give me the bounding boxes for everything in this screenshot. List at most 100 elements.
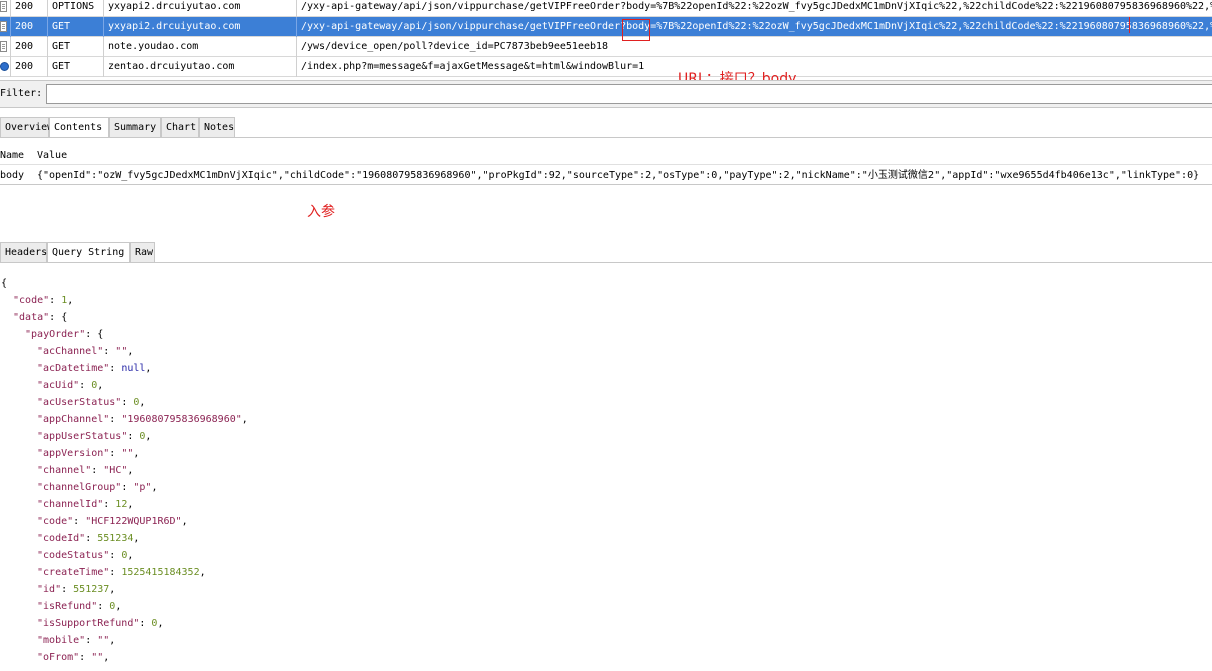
annotation-param-note: 入参 (307, 204, 335, 220)
request-status: 200 (11, 37, 48, 57)
json-key: acChannel (43, 346, 98, 357)
json-colon: : (91, 465, 104, 476)
json-key: payOrder (31, 329, 80, 340)
param-value-part-2: ","appId":"wxe9655d4fb406e13c","linkType… (934, 170, 1200, 181)
json-number: 1525415184352 (121, 567, 200, 578)
json-colon: : (121, 397, 134, 408)
json-key: appVersion (43, 448, 104, 459)
request-path: /yxy-api-gateway/api/json/vippurchase/ge… (301, 21, 1212, 32)
json-key: oFrom (43, 652, 74, 663)
tab-overview[interactable]: Overview (0, 117, 53, 137)
json-key: codeId (43, 533, 80, 544)
value-column-header[interactable]: Value (37, 146, 1212, 165)
json-key: createTime (43, 567, 104, 578)
annotation-caret-mark (1129, 17, 1130, 33)
json-line: "acUid": 0, (37, 377, 103, 394)
json-null: null (121, 363, 146, 374)
json-line: "appVersion": "", (37, 445, 139, 462)
json-key: code (19, 295, 44, 306)
json-number: 551234 (97, 533, 134, 544)
request-status: 200 (11, 0, 48, 17)
json-line: "code": 1, (13, 292, 73, 309)
json-colon: : (49, 312, 62, 323)
doc-icon (0, 21, 7, 32)
request-row[interactable]: 200 OPTIONS yxyapi2.drcuiyutao.com/yxy-api… (0, 0, 1212, 17)
json-key: id (43, 584, 56, 595)
request-row[interactable]: 200 GET yxyapi2.drcuiyutao.com/yxy-api-gat… (0, 17, 1212, 37)
json-comma: , (133, 533, 140, 544)
tab-contents[interactable]: Contents (49, 117, 109, 138)
params-header-row: Name Value (0, 146, 1212, 165)
tab-headers[interactable]: Headers (0, 242, 47, 262)
json-comma: , (115, 601, 122, 612)
json-line: "data": { (13, 309, 67, 326)
json-string: 196080795836968960 (127, 414, 236, 425)
json-line: "codeId": 551234, (37, 530, 139, 547)
json-key: codeStatus (43, 550, 104, 561)
json-comma: , (241, 414, 248, 425)
tab-summary[interactable]: Summary (109, 117, 161, 137)
request-method: GET (48, 17, 104, 37)
json-key: acUserStatus (43, 397, 116, 408)
json-string: HC (109, 465, 122, 476)
json-comma: , (103, 652, 110, 663)
request-icon-cell (0, 0, 11, 17)
json-comma: , (127, 346, 134, 357)
json-line: "channelId": 12, (37, 496, 133, 513)
request-host: yxyapi2.drcuiyutao.com (104, 0, 297, 17)
json-number: 551237 (73, 584, 110, 595)
json-line: "mobile": "", (37, 632, 115, 649)
json-open-brace: { (97, 329, 104, 340)
json-key: mobile (43, 635, 80, 646)
json-comma: , (109, 584, 116, 595)
request-path: /yxy-api-gateway/api/json/vippurchase/ge… (301, 1, 1212, 12)
json-colon: : (109, 448, 122, 459)
tab-raw[interactable]: Raw (130, 242, 155, 262)
json-line: "id": 551237, (37, 581, 115, 598)
tab-query-string[interactable]: Query String (47, 242, 130, 263)
json-colon: : (79, 380, 92, 391)
json-key: appUserStatus (43, 431, 122, 442)
tab-notes[interactable]: Notes (199, 117, 235, 137)
doc-icon (0, 41, 7, 52)
request-method: OPTIONS (48, 0, 104, 17)
json-response-view[interactable]: {"code": 1, "data": {"payOrder": {"acChan… (0, 272, 1212, 671)
name-column-header[interactable]: Name (0, 146, 32, 165)
json-colon: : (49, 295, 62, 306)
tab-chart[interactable]: Chart (161, 117, 199, 137)
json-comma: , (139, 397, 146, 408)
json-comma: , (145, 431, 152, 442)
detail-tabs: Headers Query String Raw (0, 242, 1212, 263)
json-line: "channel": "HC", (37, 462, 133, 479)
json-colon: : (103, 346, 116, 357)
param-value-nickname: 小玉测试微信2 (867, 170, 935, 181)
json-colon: : (109, 414, 122, 425)
json-line: "acUserStatus": 0, (37, 394, 145, 411)
json-comma: , (157, 618, 164, 629)
json-line: "codeStatus": 0, (37, 547, 133, 564)
content-tabs: Overview Contents Summary Chart Notes (0, 117, 1212, 138)
json-colon: : (121, 482, 134, 493)
json-comma: , (127, 465, 134, 476)
json-colon: : (109, 550, 122, 561)
param-row-body[interactable]: body {"openId":"ozW_fvy5gcJDedxMC1mDnVjX… (0, 166, 1212, 185)
filter-input[interactable] (46, 84, 1212, 104)
json-line: { (1, 275, 7, 292)
filter-label: Filter: (0, 88, 43, 99)
json-line: "appChannel": "196080795836968960", (37, 411, 248, 428)
json-colon: : (109, 567, 122, 578)
request-row[interactable]: 200 GET note.youdao.com/yws/device_open/po… (0, 37, 1212, 57)
json-line: "isRefund": 0, (37, 598, 121, 615)
json-comma: , (67, 295, 74, 306)
json-line: "isSupportRefund": 0, (37, 615, 163, 632)
json-comma: , (97, 380, 104, 391)
json-string: HCF122WQUP1R6D (91, 516, 176, 527)
json-number: 12 (115, 499, 128, 510)
json-comma: , (199, 567, 206, 578)
request-row[interactable]: 200 GET zentao.drcuiyutao.com/index.php?m=… (0, 57, 1212, 77)
json-colon: : (85, 635, 98, 646)
filter-bar: Filter: (0, 80, 1212, 108)
json-comma: , (145, 363, 152, 374)
json-line: "channelGroup": "p", (37, 479, 157, 496)
tabs-divider (0, 137, 1212, 138)
